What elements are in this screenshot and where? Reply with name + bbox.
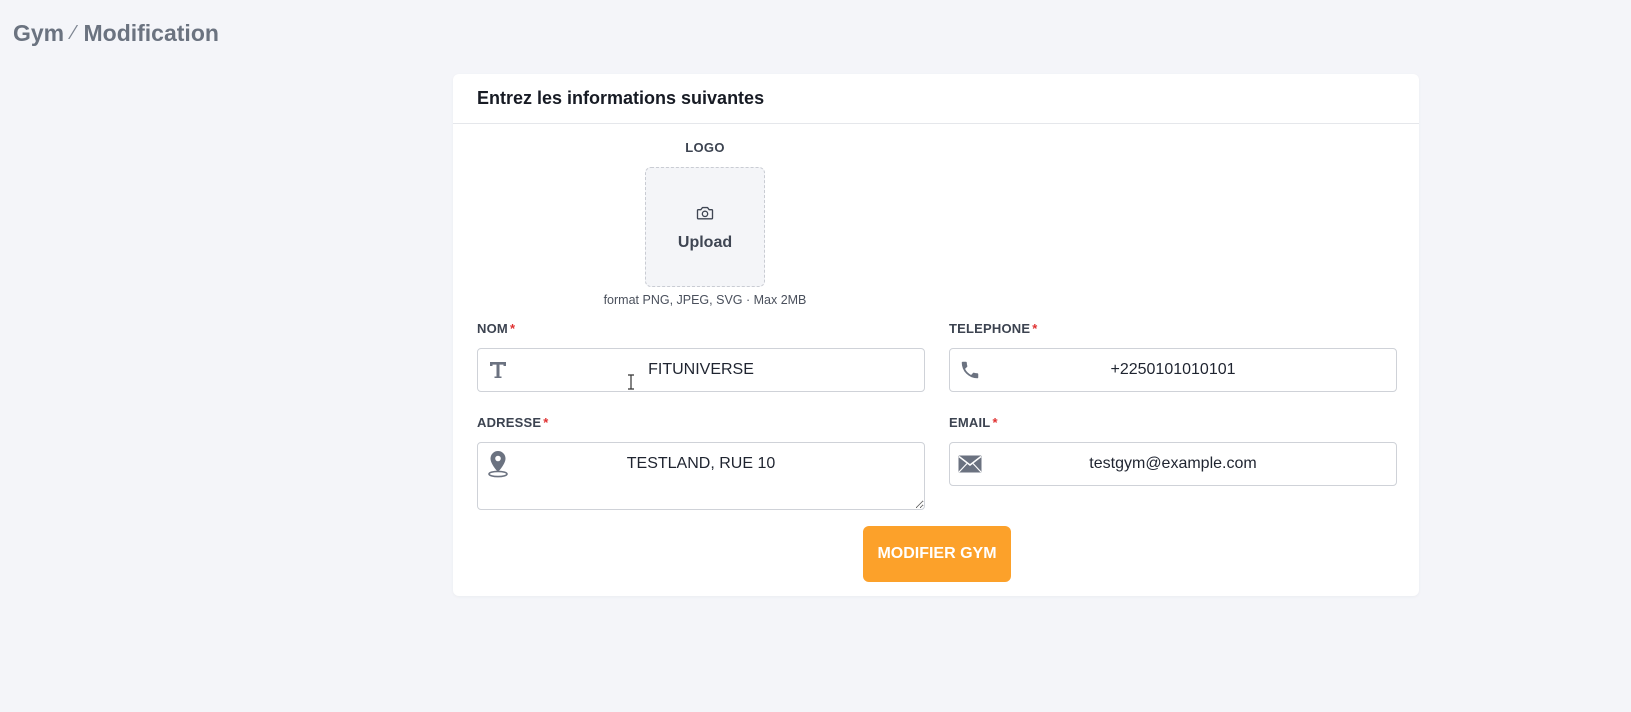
breadcrumb-current: Modification (83, 20, 219, 46)
email-label-text: EMAIL (949, 415, 991, 430)
adresse-label-text: ADRESSE (477, 415, 542, 430)
nom-field (477, 348, 925, 392)
card-header: Entrez les informations suivantes (453, 74, 1419, 124)
email-required-mark: * (992, 415, 998, 430)
gym-edit-card: Entrez les informations suivantes LOGO U… (453, 74, 1419, 596)
map-pin-icon (478, 443, 518, 485)
adresse-input[interactable]: TESTLAND, RUE 10 (518, 443, 924, 509)
logo-label: LOGO (685, 140, 725, 155)
phone-icon (950, 349, 990, 391)
upload-hint: format PNG, JPEG, SVG · Max 2MB (603, 293, 807, 307)
email-input[interactable] (990, 443, 1396, 485)
adresse-field: TESTLAND, RUE 10 (477, 442, 925, 510)
nom-input[interactable] (518, 349, 924, 391)
telephone-field (949, 348, 1397, 392)
breadcrumb: Gym ⁄ Modification (13, 20, 219, 47)
telephone-label: TELEPHONE * (949, 321, 1038, 336)
telephone-required-mark: * (1032, 321, 1038, 336)
text-cursor-icon (628, 374, 634, 390)
telephone-input[interactable] (990, 349, 1396, 391)
nom-label-text: NOM (477, 321, 508, 336)
adresse-label: ADRESSE * (477, 415, 549, 430)
camera-icon (695, 203, 715, 228)
telephone-label-text: TELEPHONE (949, 321, 1031, 336)
envelope-icon (950, 443, 990, 485)
breadcrumb-separator: ⁄ (72, 22, 76, 44)
nom-label: NOM * (477, 321, 515, 336)
email-label: EMAIL * (949, 415, 998, 430)
nom-required-mark: * (509, 321, 516, 336)
text-icon (478, 349, 518, 391)
adresse-required-mark: * (543, 415, 549, 430)
modifier-gym-button[interactable]: MODIFIER GYM (863, 526, 1011, 582)
breadcrumb-parent[interactable]: Gym (13, 20, 64, 47)
logo-block: LOGO Upload format PNG, JPEG, SVG · Max … (595, 140, 815, 307)
email-field (949, 442, 1397, 486)
logo-upload-button[interactable]: Upload (645, 167, 765, 287)
upload-label: Upload (677, 233, 733, 251)
